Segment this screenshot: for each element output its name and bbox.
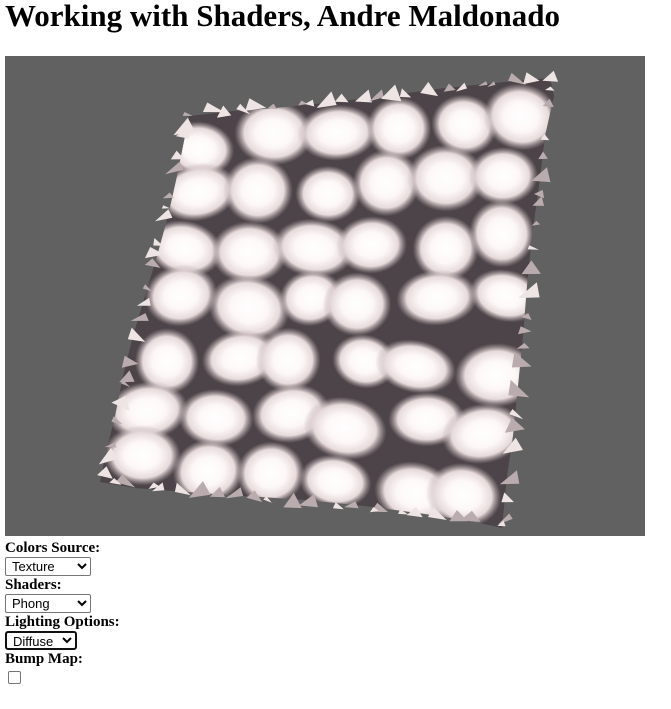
bump-map-checkbox[interactable] [8,671,21,684]
bump-map-label: Bump Map: [5,651,83,667]
surface-edge-spike [136,297,151,306]
rendered-bumpy-surface [97,70,559,528]
lighting-options-select[interactable]: Diffuse [5,631,77,650]
colors-source-label: Colors Source: [5,540,101,556]
webgl-canvas[interactable] [5,56,645,536]
surface-edge-spike [355,89,372,103]
lighting-options-label: Lighting Options: [5,614,120,630]
page-title: Working with Shaders, Andre Maldonado [5,0,560,33]
colors-source-select[interactable]: Texture [5,557,91,576]
surface-edge-spike [182,112,193,116]
surface-edge-spike [511,352,532,368]
surface-edge-spike [162,192,174,199]
controls-panel: Colors Source: Texture Shaders: Phong Li… [5,540,305,684]
surface-edge-spike [542,70,559,82]
shaders-label: Shaders: [5,577,62,593]
surface-edge-spike [161,205,170,209]
surface-edge-spike [527,245,539,250]
shaders-select[interactable]: Phong [5,594,91,613]
surface-edge-spike [298,100,308,106]
surface-edge-spike [381,84,402,102]
surface-edge-spike [508,379,530,398]
surface-bump [322,272,392,337]
surface-edge-spike [334,93,349,103]
